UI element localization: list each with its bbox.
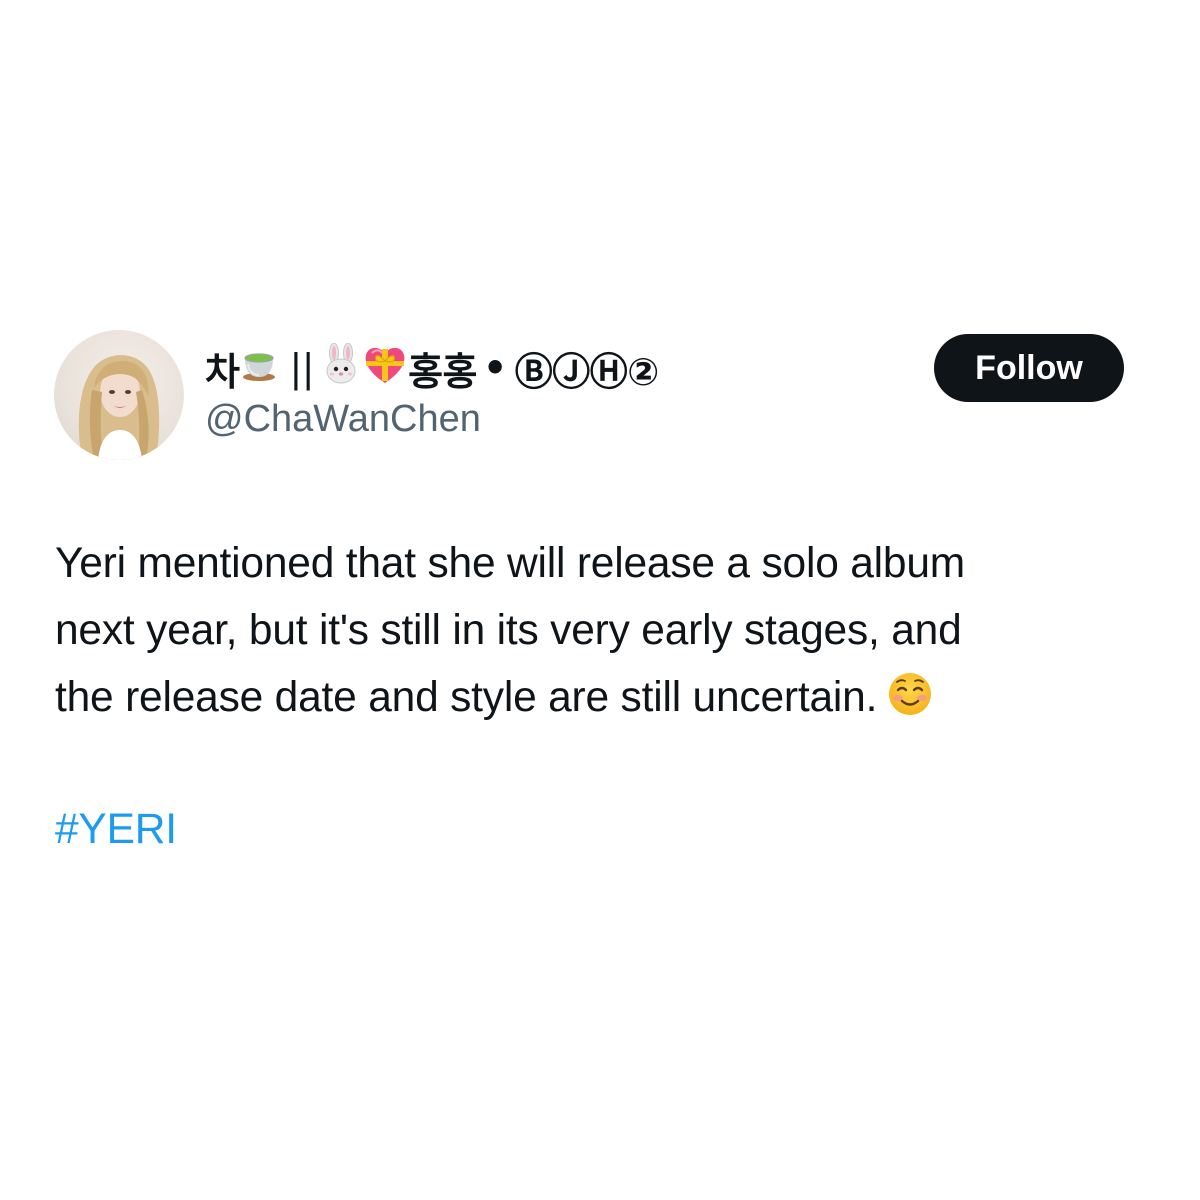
follow-button[interactable]: Follow [934,334,1124,402]
heart-with-ribbon-icon [362,343,408,394]
smiling-face-icon [887,670,933,737]
user-handle[interactable]: @ChaWanChen [205,398,481,441]
display-name-korean: 홍홍 [408,349,477,394]
hashtag-link[interactable]: #YERI [55,806,177,854]
display-name[interactable]: 차 || 홍홍 • ⒷⒿⒽ② [205,342,659,394]
tweet-text: Yeri mentioned that she will release a s… [55,530,1155,737]
rabbit-face-icon [320,342,362,394]
display-name-prefix: 차 [205,349,240,394]
tweet-body: Yeri mentioned that she will release a s… [55,540,965,721]
display-name-suffix: ⒷⒿⒽ② [514,349,660,394]
display-name-bullet: • [483,346,507,390]
tea-cup-icon [239,344,279,393]
display-name-separator: || [289,346,315,390]
avatar[interactable] [54,330,184,460]
